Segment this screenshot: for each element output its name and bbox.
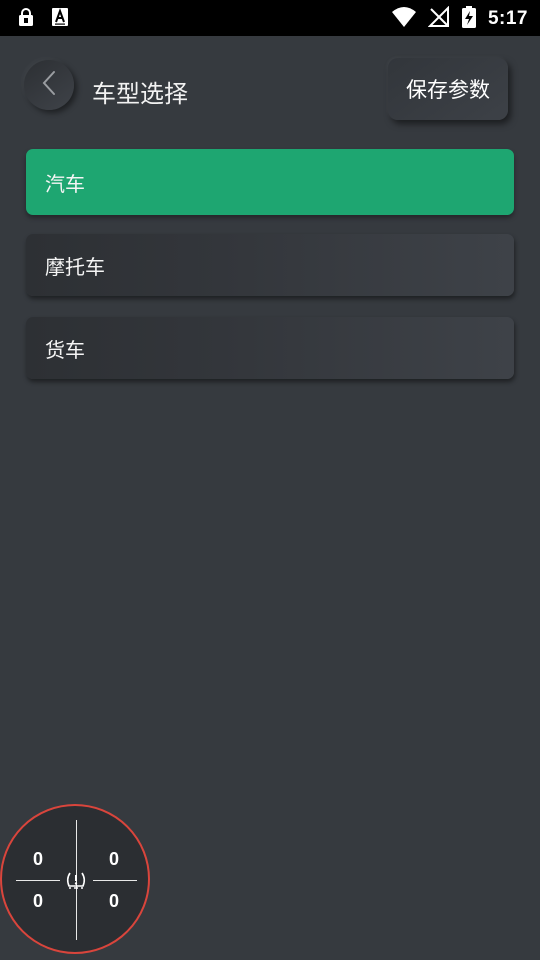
keyboard-a-icon	[52, 8, 68, 30]
widget-divider-right	[93, 880, 137, 881]
back-button[interactable]	[24, 60, 74, 110]
vehicle-type-list: 汽车 摩托车 货车	[26, 149, 514, 398]
no-signal-icon	[427, 5, 450, 32]
tire-front-right-value: 0	[109, 849, 120, 869]
tire-pressure-warning-icon	[65, 870, 87, 890]
tire-pressure-widget[interactable]: 0 0 0 0	[0, 804, 150, 954]
tire-rear-left-value: 0	[33, 891, 44, 911]
vehicle-type-motorcycle[interactable]: 摩托车	[26, 234, 514, 296]
list-item-label: 汽车	[45, 171, 85, 196]
battery-charging-icon	[461, 6, 476, 32]
status-right-icons: 5:17	[391, 5, 528, 32]
status-left-icons	[18, 8, 68, 30]
tire-rear-right-value: 0	[109, 891, 120, 911]
tire-front-left-value: 0	[33, 849, 44, 869]
lock-icon	[18, 8, 34, 30]
list-item-label: 货车	[45, 337, 85, 362]
status-bar: 5:17	[0, 0, 540, 36]
widget-divider-left	[16, 880, 60, 881]
header: 车型选择 保存参数	[0, 36, 540, 144]
vehicle-type-car[interactable]: 汽车	[26, 149, 514, 215]
save-params-button[interactable]: 保存参数	[388, 58, 508, 120]
wifi-icon	[391, 7, 416, 31]
list-item-label: 摩托车	[45, 254, 105, 279]
vehicle-type-truck[interactable]: 货车	[26, 317, 514, 379]
status-time: 5:17	[487, 8, 528, 29]
chevron-left-icon	[40, 69, 58, 101]
page-title: 车型选择	[92, 80, 188, 108]
